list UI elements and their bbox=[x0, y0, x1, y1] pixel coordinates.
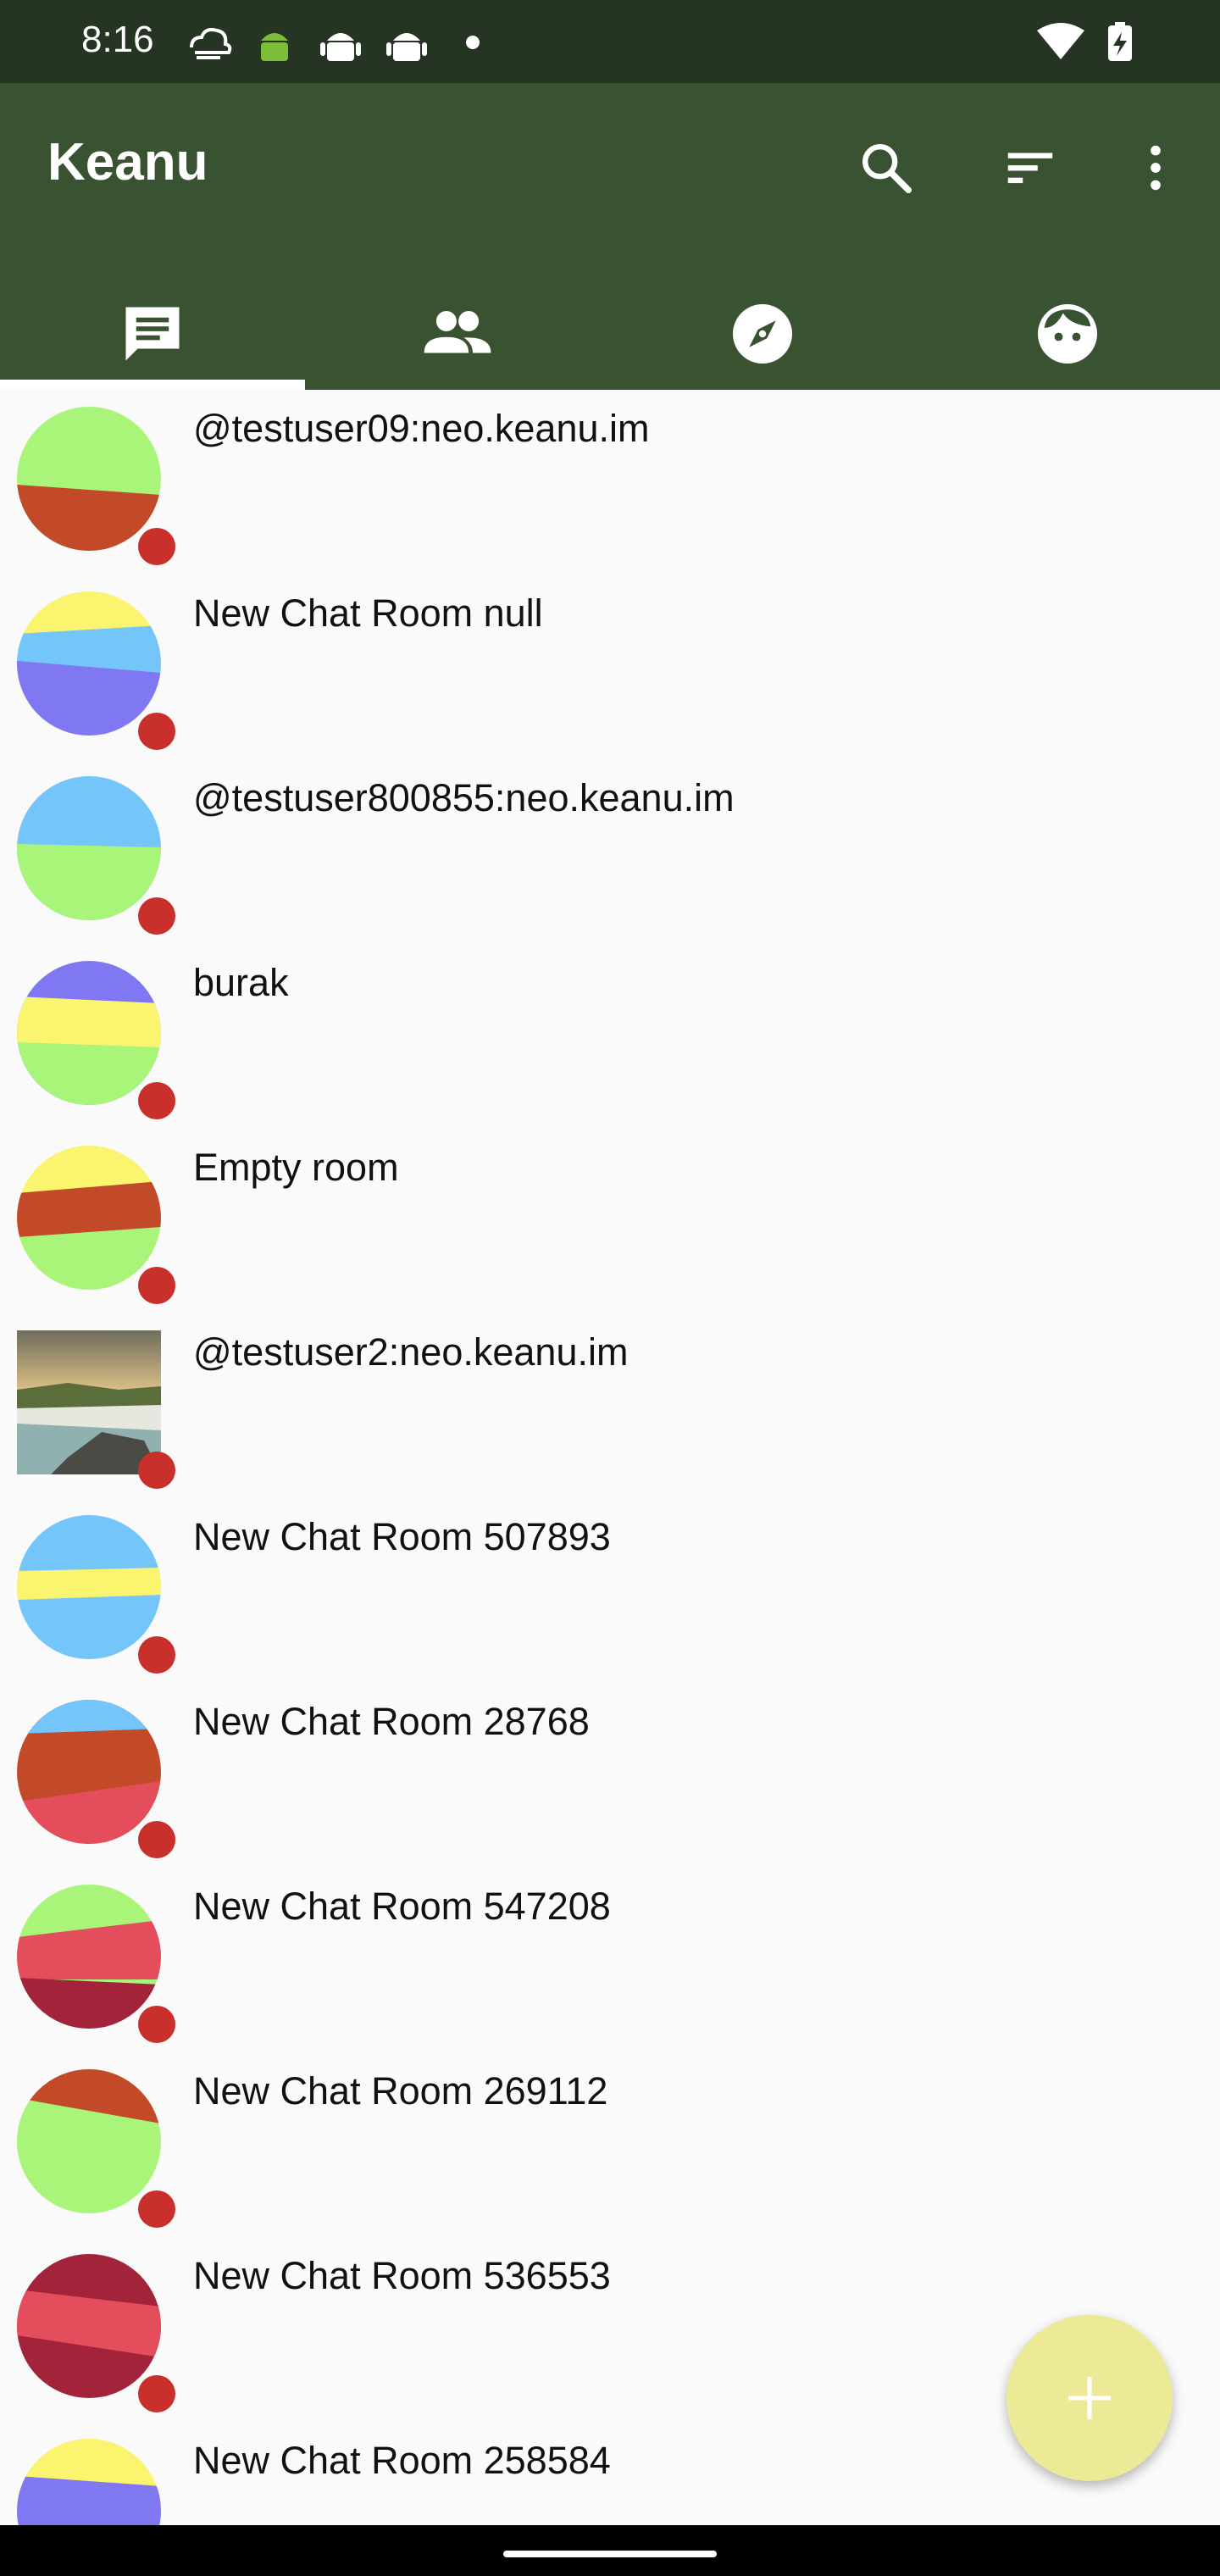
list-item[interactable]: @testuser09:neo.keanu.im bbox=[0, 390, 1220, 575]
people-icon bbox=[424, 311, 491, 353]
face-icon bbox=[1038, 304, 1097, 364]
tab-chats[interactable] bbox=[0, 278, 305, 390]
status-dot bbox=[138, 1636, 175, 1674]
list-item[interactable]: @testuser2:neo.keanu.im bbox=[0, 1313, 1220, 1498]
room-avatar bbox=[17, 1700, 161, 1844]
list-item[interactable]: New Chat Room 269112 bbox=[0, 2052, 1220, 2237]
room-avatar bbox=[17, 1146, 161, 1290]
room-avatar bbox=[17, 407, 161, 551]
room-avatar-photo bbox=[17, 1330, 161, 1474]
room-avatar bbox=[17, 1885, 161, 2029]
room-avatar bbox=[17, 2069, 161, 2213]
chat-icon bbox=[125, 307, 180, 361]
status-dot bbox=[138, 2006, 175, 2043]
room-title: @testuser2:neo.keanu.im bbox=[193, 1330, 629, 1374]
home-gesture-handle[interactable] bbox=[503, 2551, 717, 2557]
status-notification-icons bbox=[190, 28, 480, 61]
status-dot bbox=[138, 1267, 175, 1304]
room-avatar bbox=[17, 591, 161, 736]
tab-contacts[interactable] bbox=[305, 278, 610, 390]
status-dot bbox=[138, 897, 175, 935]
app-title: Keanu bbox=[47, 133, 208, 192]
status-dot bbox=[138, 2190, 175, 2228]
more-options-button[interactable] bbox=[1113, 125, 1198, 210]
list-item[interactable]: burak bbox=[0, 944, 1220, 1129]
wifi-icon bbox=[1037, 23, 1084, 59]
room-title: New Chat Room 258584 bbox=[193, 2439, 611, 2482]
room-title: New Chat Room 507893 bbox=[193, 1515, 611, 1558]
sort-button[interactable] bbox=[988, 125, 1073, 210]
list-item[interactable]: @testuser800855:neo.keanu.im bbox=[0, 759, 1220, 944]
add-icon bbox=[1068, 2377, 1111, 2419]
room-avatar bbox=[17, 2254, 161, 2398]
room-title: burak bbox=[193, 961, 289, 1004]
new-chat-fab[interactable] bbox=[1006, 2315, 1173, 2481]
room-avatar bbox=[17, 2439, 161, 2525]
room-title: New Chat Room 547208 bbox=[193, 1885, 611, 1928]
status-dot bbox=[138, 1452, 175, 1489]
search-icon bbox=[862, 144, 912, 194]
status-dot bbox=[138, 1821, 175, 1858]
room-title: New Chat Room 269112 bbox=[193, 2069, 608, 2112]
room-avatar bbox=[17, 776, 161, 920]
list-item[interactable]: New Chat Room null bbox=[0, 575, 1220, 759]
tab-explore[interactable] bbox=[610, 278, 915, 390]
battery-charging-icon bbox=[1108, 22, 1132, 61]
room-title: @testuser800855:neo.keanu.im bbox=[193, 776, 735, 819]
room-title: New Chat Room null bbox=[193, 591, 543, 635]
tab-indicator bbox=[0, 380, 305, 390]
room-list[interactable]: @testuser09:neo.keanu.im New Chat Room n… bbox=[0, 390, 1220, 2525]
compass-icon bbox=[733, 304, 792, 364]
android-icon bbox=[320, 33, 361, 61]
status-dot bbox=[138, 2375, 175, 2412]
list-item[interactable]: New Chat Room 547208 bbox=[0, 1868, 1220, 2052]
app-bar: Keanu bbox=[0, 83, 1220, 390]
sort-icon bbox=[1007, 153, 1053, 184]
system-nav-bar bbox=[0, 2525, 1220, 2576]
status-dot bbox=[138, 713, 175, 750]
android-icon bbox=[386, 33, 427, 61]
status-system-icons bbox=[1037, 22, 1132, 61]
room-avatar bbox=[17, 961, 161, 1105]
status-dot bbox=[138, 528, 175, 565]
list-item[interactable]: New Chat Room 507893 bbox=[0, 1498, 1220, 1683]
search-button[interactable] bbox=[844, 125, 929, 210]
room-title: @testuser09:neo.keanu.im bbox=[193, 407, 650, 450]
room-title: Empty room bbox=[193, 1146, 399, 1189]
android-icon bbox=[261, 33, 288, 61]
room-title: New Chat Room 28768 bbox=[193, 1700, 590, 1743]
room-avatar bbox=[17, 1515, 161, 1659]
tab-profile[interactable] bbox=[915, 278, 1220, 390]
room-title: New Chat Room 536553 bbox=[193, 2254, 611, 2297]
weather-cloud-icon bbox=[190, 28, 232, 59]
list-item[interactable]: New Chat Room 28768 bbox=[0, 1683, 1220, 1868]
more-vert-icon bbox=[1151, 145, 1161, 191]
dot-icon bbox=[466, 36, 480, 49]
status-dot bbox=[138, 1082, 175, 1119]
status-time: 8:16 bbox=[81, 19, 154, 60]
status-bar: 8:16 bbox=[0, 0, 1220, 83]
list-item[interactable]: Empty room bbox=[0, 1129, 1220, 1313]
